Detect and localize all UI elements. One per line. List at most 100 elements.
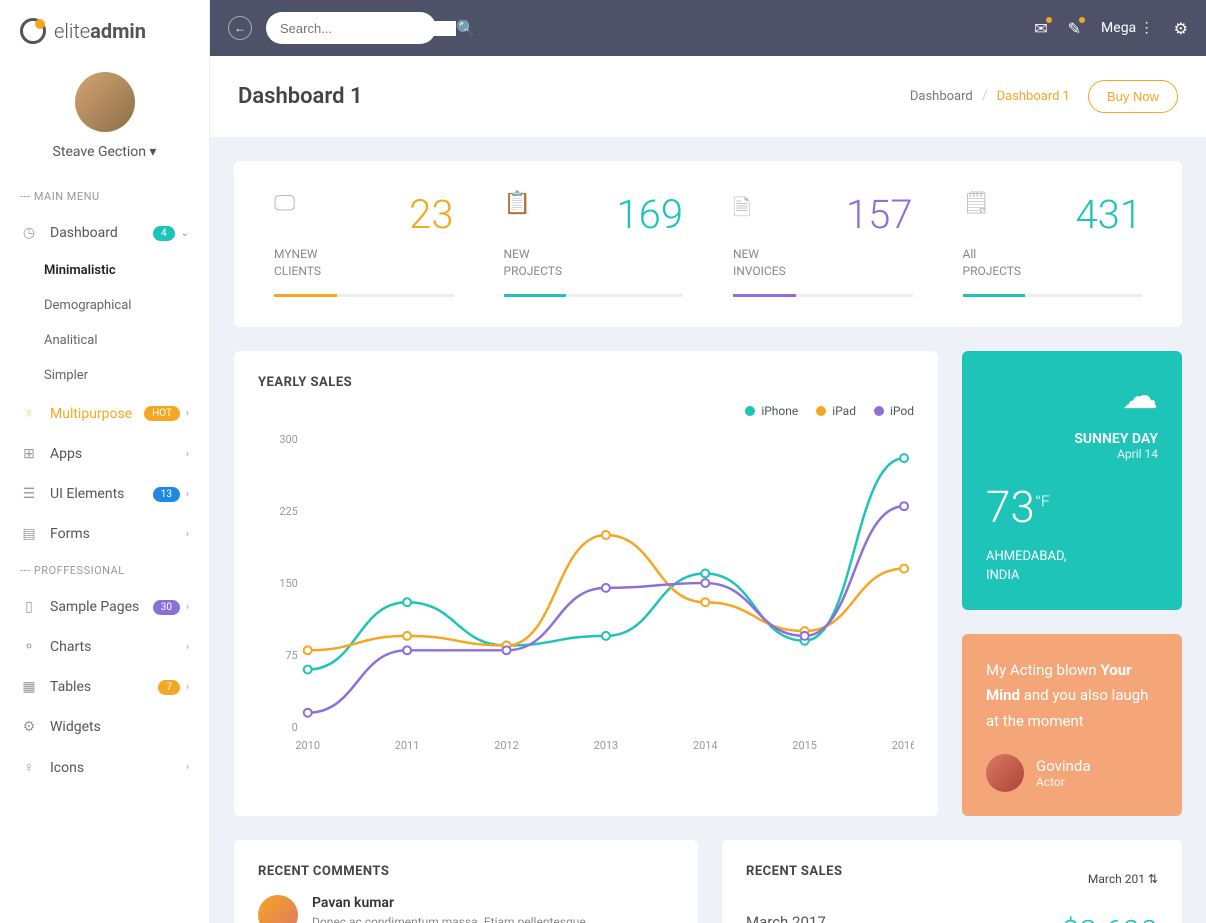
chevron-down-icon: ⌄	[181, 228, 189, 239]
yearly-sales-card: YEARLY SALES iPhone iPad iPod 0 75 150 225 3…	[234, 351, 938, 817]
svg-text:2011: 2011	[395, 739, 420, 752]
apps-icon: ⊞	[20, 446, 38, 462]
svg-text:2014: 2014	[693, 739, 718, 752]
monitor-icon: 🖵	[274, 191, 295, 216]
svg-text:75: 75	[285, 649, 297, 662]
progress-bar	[274, 294, 454, 297]
nav-dashboard[interactable]: ◷ Dashboard 4 ⌄	[0, 213, 209, 253]
badge: 13	[153, 487, 180, 502]
chevron-right-icon: ›	[186, 682, 189, 693]
progress-bar	[963, 294, 1143, 297]
svg-text:0: 0	[292, 721, 298, 734]
legend-ipad[interactable]: iPad	[816, 404, 856, 418]
search-icon[interactable]: 🔍	[456, 19, 476, 38]
logo-icon	[20, 18, 46, 44]
progress-bar	[504, 294, 684, 297]
search-box[interactable]: 🔍	[266, 12, 436, 44]
nav-apps[interactable]: ⊞ Apps ›	[0, 434, 209, 474]
nav-multipurpose[interactable]: ♀ Multipurpose HOT ›	[0, 393, 209, 434]
share-icon: ⚬	[20, 639, 38, 655]
svg-text:2015: 2015	[792, 739, 817, 752]
logo[interactable]: eliteadmin	[0, 0, 209, 62]
bulb-icon: ♀	[20, 759, 38, 776]
gear-icon: ⚙	[20, 719, 38, 735]
edit-icon[interactable]: ✎	[1068, 19, 1081, 38]
badge: HOT	[144, 406, 180, 421]
chart-legend: iPhone iPad iPod	[258, 404, 914, 418]
sub-analitical[interactable]: Analitical	[0, 323, 209, 358]
legend-iphone[interactable]: iPhone	[745, 404, 798, 418]
nav-widgets[interactable]: ⚙ Widgets	[0, 707, 209, 747]
nav-icons[interactable]: ♀ Icons ›	[0, 747, 209, 788]
notification-dot	[1046, 17, 1052, 23]
svg-text:225: 225	[279, 505, 297, 518]
breadcrumb: Dashboard / Dashboard 1	[910, 89, 1070, 104]
mail-icon[interactable]: ✉	[1034, 19, 1047, 38]
nav-forms[interactable]: ▤ Forms ›	[0, 514, 209, 554]
nav-sample-pages[interactable]: ▯ Sample Pages 30 ›	[0, 587, 209, 627]
chevron-right-icon: ›	[186, 449, 189, 460]
svg-text:150: 150	[279, 577, 297, 590]
stat-clients: 🖵23 MYNEWCLIENTS	[254, 191, 474, 297]
stats-row: 🖵23 MYNEWCLIENTS 📋169 NEWPROJECTS 🗎157 N…	[234, 161, 1182, 327]
sliders-icon: ☰	[20, 486, 38, 502]
page-header: Dashboard 1 Dashboard / Dashboard 1 Buy …	[210, 56, 1206, 137]
line-chart: 0751502253002010201120122013201420152016	[258, 428, 914, 758]
avatar	[258, 895, 298, 923]
svg-text:2016: 2016	[892, 739, 914, 752]
section-professional: PROFFESSIONAL	[0, 554, 209, 587]
notification-dot	[1079, 17, 1085, 23]
month-selector[interactable]: March 201 ⇅	[1088, 872, 1158, 886]
chevron-right-icon: ›	[186, 602, 189, 613]
mega-menu[interactable]: Mega ⋮	[1101, 20, 1154, 36]
svg-text:2012: 2012	[494, 739, 519, 752]
cloud-sun-icon: ☁	[986, 375, 1158, 417]
table-icon: ▦	[20, 679, 38, 695]
chevron-right-icon: ›	[186, 642, 189, 653]
logo-text: eliteadmin	[54, 19, 146, 43]
search-input[interactable]	[280, 21, 456, 36]
buy-now-button[interactable]: Buy Now	[1088, 80, 1178, 113]
comment-item: Pavan kumar Donec ac condimentum massa. …	[258, 895, 674, 923]
section-main-menu: MAIN MENU	[0, 180, 209, 213]
bulb-icon: ♀	[20, 405, 38, 422]
stat-new-projects: 📋169 NEWPROJECTS	[484, 191, 704, 297]
nav-tables[interactable]: ▦ Tables 7 ›	[0, 667, 209, 707]
progress-bar	[733, 294, 913, 297]
nav-ui-elements[interactable]: ☰ UI Elements 13 ›	[0, 474, 209, 514]
settings-icon[interactable]: ⚙	[1174, 19, 1188, 38]
username: Steave Gection ▾	[0, 144, 209, 160]
back-button[interactable]: ←	[228, 16, 252, 40]
sub-demographical[interactable]: Demographical	[0, 288, 209, 323]
badge: 4	[153, 226, 175, 241]
avatar	[75, 72, 135, 132]
file-icon: ▯	[20, 599, 38, 615]
stat-all-projects: 🗒431 AllPROJECTS	[943, 191, 1163, 297]
recent-comments-card: RECENT COMMENTS Pavan kumar Donec ac con…	[234, 840, 698, 923]
badge: 7	[158, 680, 180, 695]
chevron-right-icon: ›	[186, 762, 189, 773]
svg-text:300: 300	[279, 433, 297, 446]
crumb-current: Dashboard 1	[997, 89, 1070, 104]
sidebar: eliteadmin Steave Gection ▾ MAIN MENU ◷ …	[0, 0, 210, 923]
nav-charts[interactable]: ⚬ Charts ›	[0, 627, 209, 667]
page-title: Dashboard 1	[238, 84, 363, 109]
user-profile[interactable]: Steave Gection ▾	[0, 62, 209, 180]
form-icon: ▤	[20, 526, 38, 542]
clipboard-icon: 📋	[504, 191, 531, 216]
svg-text:2010: 2010	[295, 739, 320, 752]
avatar	[986, 754, 1024, 792]
chevron-right-icon: ›	[186, 529, 189, 540]
stat-invoices: 🗎157 NEWINVOICES	[713, 191, 933, 297]
crumb-root[interactable]: Dashboard	[910, 89, 973, 104]
legend-ipod[interactable]: iPod	[874, 404, 914, 418]
chart-title: YEARLY SALES	[258, 375, 914, 390]
clipboard-icon: 🗒	[963, 191, 991, 216]
badge: 30	[153, 600, 180, 615]
quote-card: My Acting blown Your Mind and you also l…	[962, 634, 1182, 817]
sub-simpler[interactable]: Simpler	[0, 358, 209, 393]
document-icon: 🗎	[733, 191, 751, 229]
sub-minimalistic[interactable]: Minimalistic	[0, 253, 209, 288]
recent-sales-card: RECENT SALES March 201 ⇅ March 2017 $3 6…	[722, 840, 1182, 923]
chevron-right-icon: ›	[186, 408, 189, 419]
